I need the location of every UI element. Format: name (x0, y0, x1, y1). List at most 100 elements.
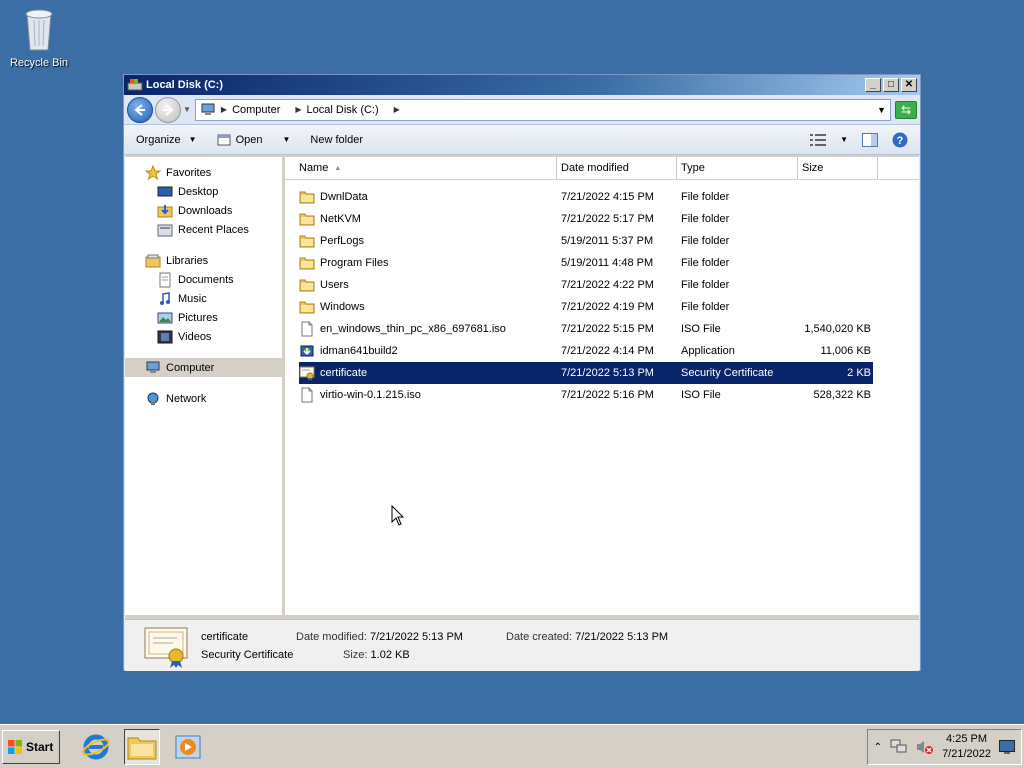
file-name: DwnlData (320, 191, 368, 203)
back-button[interactable] (127, 96, 153, 123)
file-type: File folder (681, 235, 730, 247)
file-name: Users (320, 279, 349, 291)
nav-downloads-label: Downloads (178, 204, 233, 217)
recent-pages-dropdown-icon[interactable]: ▼ (183, 105, 191, 114)
details-created-label: Date created: (506, 630, 573, 643)
address-dropdown-icon[interactable]: ▼ (877, 105, 886, 115)
explorer-window: Local Disk (C:) _ □ ✕ ▼ ▶ Computer ▶ Loc… (123, 74, 921, 671)
file-row[interactable]: DwnlData 7/21/2022 4:15 PM File folder (299, 186, 873, 208)
details-size: Size: 1.02 KB (296, 649, 506, 661)
change-view-button[interactable]: ▼ (810, 133, 848, 146)
nav-libraries[interactable]: Libraries (125, 251, 282, 270)
show-hidden-icons-button[interactable]: ⌃ (874, 742, 882, 753)
nav-music[interactable]: Music (125, 289, 282, 308)
file-name: Program Files (320, 257, 389, 269)
chevron-down-icon: ▼ (840, 135, 848, 144)
internet-explorer-button[interactable] (78, 729, 114, 765)
maximize-button[interactable]: □ (883, 78, 899, 92)
file-date: 7/21/2022 5:13 PM (561, 367, 654, 379)
svg-text:?: ? (897, 135, 904, 147)
window-title: Local Disk (C:) (146, 79, 224, 91)
column-header-type[interactable]: Type (677, 157, 798, 179)
column-header-size[interactable]: Size (798, 157, 878, 179)
network-tray-button[interactable] (890, 739, 908, 755)
recycle-bin-shortcut[interactable]: Recycle Bin (8, 6, 70, 69)
taskbar: Start ⌃ 4:25 PM 7/21/2022 (0, 724, 1024, 768)
file-row[interactable]: en_windows_thin_pc_x86_697681.iso 7/21/20… (299, 318, 873, 340)
minimize-button[interactable]: _ (865, 78, 881, 92)
open-button[interactable]: Open ▼ (217, 133, 290, 147)
show-desktop-button[interactable] (999, 740, 1015, 754)
nav-downloads[interactable]: Downloads (125, 201, 282, 220)
close-button[interactable]: ✕ (901, 78, 917, 92)
file-name-cell: DwnlData (299, 189, 557, 205)
file-type: File folder (681, 213, 730, 225)
windows-explorer-button[interactable] (124, 728, 161, 765)
file-row[interactable]: idman641build2 7/21/2022 4:14 PM Applicati… (299, 340, 873, 362)
help-button[interactable]: ? (892, 132, 908, 148)
start-button[interactable]: Start (2, 729, 61, 764)
videos-icon (157, 330, 173, 343)
nav-recent-places[interactable]: Recent Places (125, 220, 282, 239)
organize-button[interactable]: Organize ▼ (136, 134, 197, 146)
file-name: en_windows_thin_pc_x86_697681.iso (320, 323, 506, 335)
volume-tray-button[interactable] (916, 739, 934, 755)
documents-icon (159, 272, 171, 287)
organize-label: Organize (136, 133, 181, 146)
chevron-down-icon[interactable]: ▼ (282, 135, 290, 144)
network-status-icon (890, 739, 907, 753)
preview-pane-button[interactable] (862, 132, 878, 147)
forward-button[interactable] (155, 96, 181, 123)
file-date: 5/19/2011 5:37 PM (561, 235, 654, 247)
column-header-date[interactable]: Date modified (557, 157, 677, 179)
content-area: Favorites Desktop Downloads Recent Place… (125, 157, 919, 615)
details-modified-label: Date modified: (296, 630, 367, 643)
file-row[interactable]: PerfLogs 5/19/2011 5:37 PM File folder (299, 230, 873, 252)
nav-network[interactable]: Network (125, 389, 282, 408)
file-row[interactable]: Users 7/21/2022 4:22 PM File folder (299, 274, 873, 296)
address-field[interactable]: ▶ Computer ▶ Local Disk (C:) ▶ ▼ (194, 98, 891, 121)
open-icon (217, 134, 231, 145)
breadcrumb-separator-icon[interactable]: ▶ (394, 105, 400, 114)
nav-favorites[interactable]: Favorites (125, 163, 282, 182)
computer-icon (201, 103, 215, 115)
nav-computer-label: Computer (166, 361, 215, 374)
file-name-cell: Users (299, 277, 557, 293)
file-row[interactable]: certificate 7/21/2022 5:13 PM Security Cer… (299, 362, 873, 384)
refresh-button[interactable]: ⇆ (895, 100, 917, 119)
chevron-up-icon: ⌃ (873, 741, 883, 753)
file-row[interactable]: Program Files 5/19/2011 4:48 PM File folde… (299, 252, 873, 274)
breadcrumb-separator-icon[interactable]: ▶ (295, 105, 301, 114)
nav-recent-places-label: Recent Places (178, 223, 249, 236)
breadcrumb-local-disk[interactable]: Local Disk (C:) (307, 104, 379, 116)
file-row[interactable]: Windows 7/21/2022 4:19 PM File folder (299, 296, 873, 318)
open-label: Open (235, 133, 263, 146)
file-row[interactable]: virtio-win-0.1.215.iso 7/21/2022 5:16 PM I… (299, 384, 873, 406)
details-size-label: Size: (343, 648, 368, 661)
new-folder-button[interactable]: New folder (310, 134, 363, 146)
system-clock[interactable]: 4:25 PM 7/21/2022 (942, 732, 991, 762)
nav-desktop[interactable]: Desktop (125, 182, 282, 201)
clock-date: 7/21/2022 (942, 748, 991, 760)
breadcrumb-separator-icon[interactable]: ▶ (221, 105, 227, 114)
file-icon (299, 387, 315, 403)
file-row[interactable]: NetKVM 7/21/2022 5:17 PM File folder (299, 208, 873, 230)
nav-videos[interactable]: Videos (125, 327, 282, 346)
file-date: 7/21/2022 4:15 PM (561, 191, 654, 203)
nav-documents[interactable]: Documents (125, 270, 282, 289)
column-name-label: Name (299, 162, 329, 174)
file-list-pane[interactable]: Name ▲ Date modified Type Size DwnlData 7… (285, 157, 919, 615)
title-bar[interactable]: Local Disk (C:) _ □ ✕ (124, 75, 920, 95)
navigation-pane[interactable]: Favorites Desktop Downloads Recent Place… (125, 157, 285, 615)
media-player-button[interactable] (170, 729, 206, 765)
file-size: 528,322 KB (813, 389, 872, 401)
file-type: Security Certificate (681, 367, 774, 379)
nav-computer[interactable]: Computer (125, 358, 282, 377)
folder-icon (299, 233, 315, 249)
column-header-name[interactable]: Name ▲ (285, 157, 557, 179)
nav-pictures[interactable]: Pictures (125, 308, 282, 327)
sort-ascending-icon: ▲ (334, 164, 342, 172)
breadcrumb-computer[interactable]: Computer (232, 104, 280, 116)
nav-desktop-label: Desktop (178, 185, 219, 198)
nav-music-label: Music (178, 292, 207, 305)
